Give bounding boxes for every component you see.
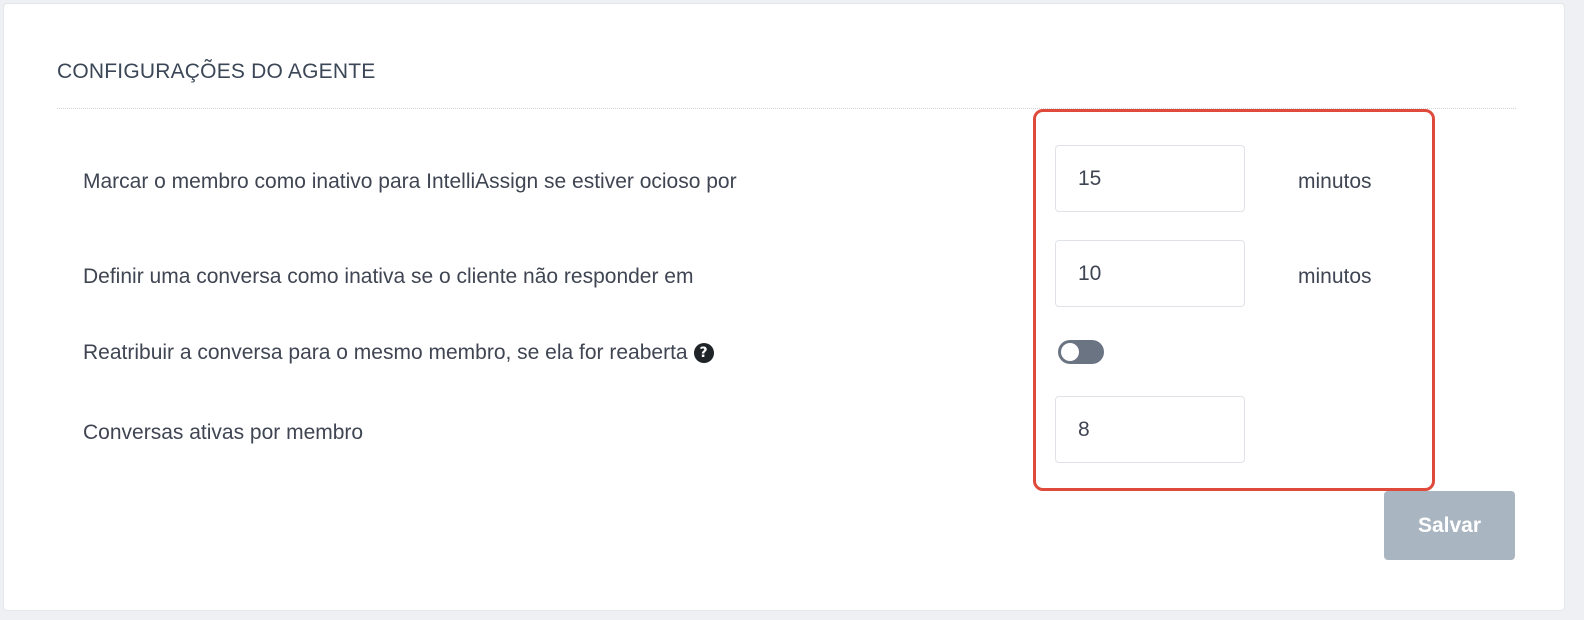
save-button[interactable]: Salvar bbox=[1384, 491, 1515, 560]
reassign-label: Reatribuir a conversa para o mesmo membr… bbox=[83, 341, 688, 364]
active-per-member-label: Conversas ativas por membro bbox=[83, 421, 364, 444]
inactive-conversation-label: Definir uma conversa como inativa se o c… bbox=[83, 265, 694, 288]
inactive-conversation-unit: minutos bbox=[1298, 265, 1372, 288]
active-per-member-input[interactable] bbox=[1055, 396, 1245, 463]
section-title: CONFIGURAÇÕES DO AGENTE bbox=[57, 60, 376, 83]
agent-settings-card: CONFIGURAÇÕES DO AGENTE Marcar o membro … bbox=[3, 3, 1565, 611]
question-circle-icon[interactable]: ? bbox=[693, 343, 714, 363]
idle-threshold-label: Marcar o membro como inativo para Intell… bbox=[83, 170, 737, 193]
reassign-row: Reatribuir a conversa para o mesmo membr… bbox=[83, 341, 714, 365]
toggle-knob bbox=[1061, 343, 1079, 361]
idle-threshold-input[interactable] bbox=[1055, 145, 1245, 212]
reassign-toggle[interactable] bbox=[1058, 340, 1104, 364]
title-divider bbox=[57, 108, 1516, 109]
inactive-conversation-input[interactable] bbox=[1055, 240, 1245, 307]
idle-threshold-unit: minutos bbox=[1298, 170, 1372, 193]
